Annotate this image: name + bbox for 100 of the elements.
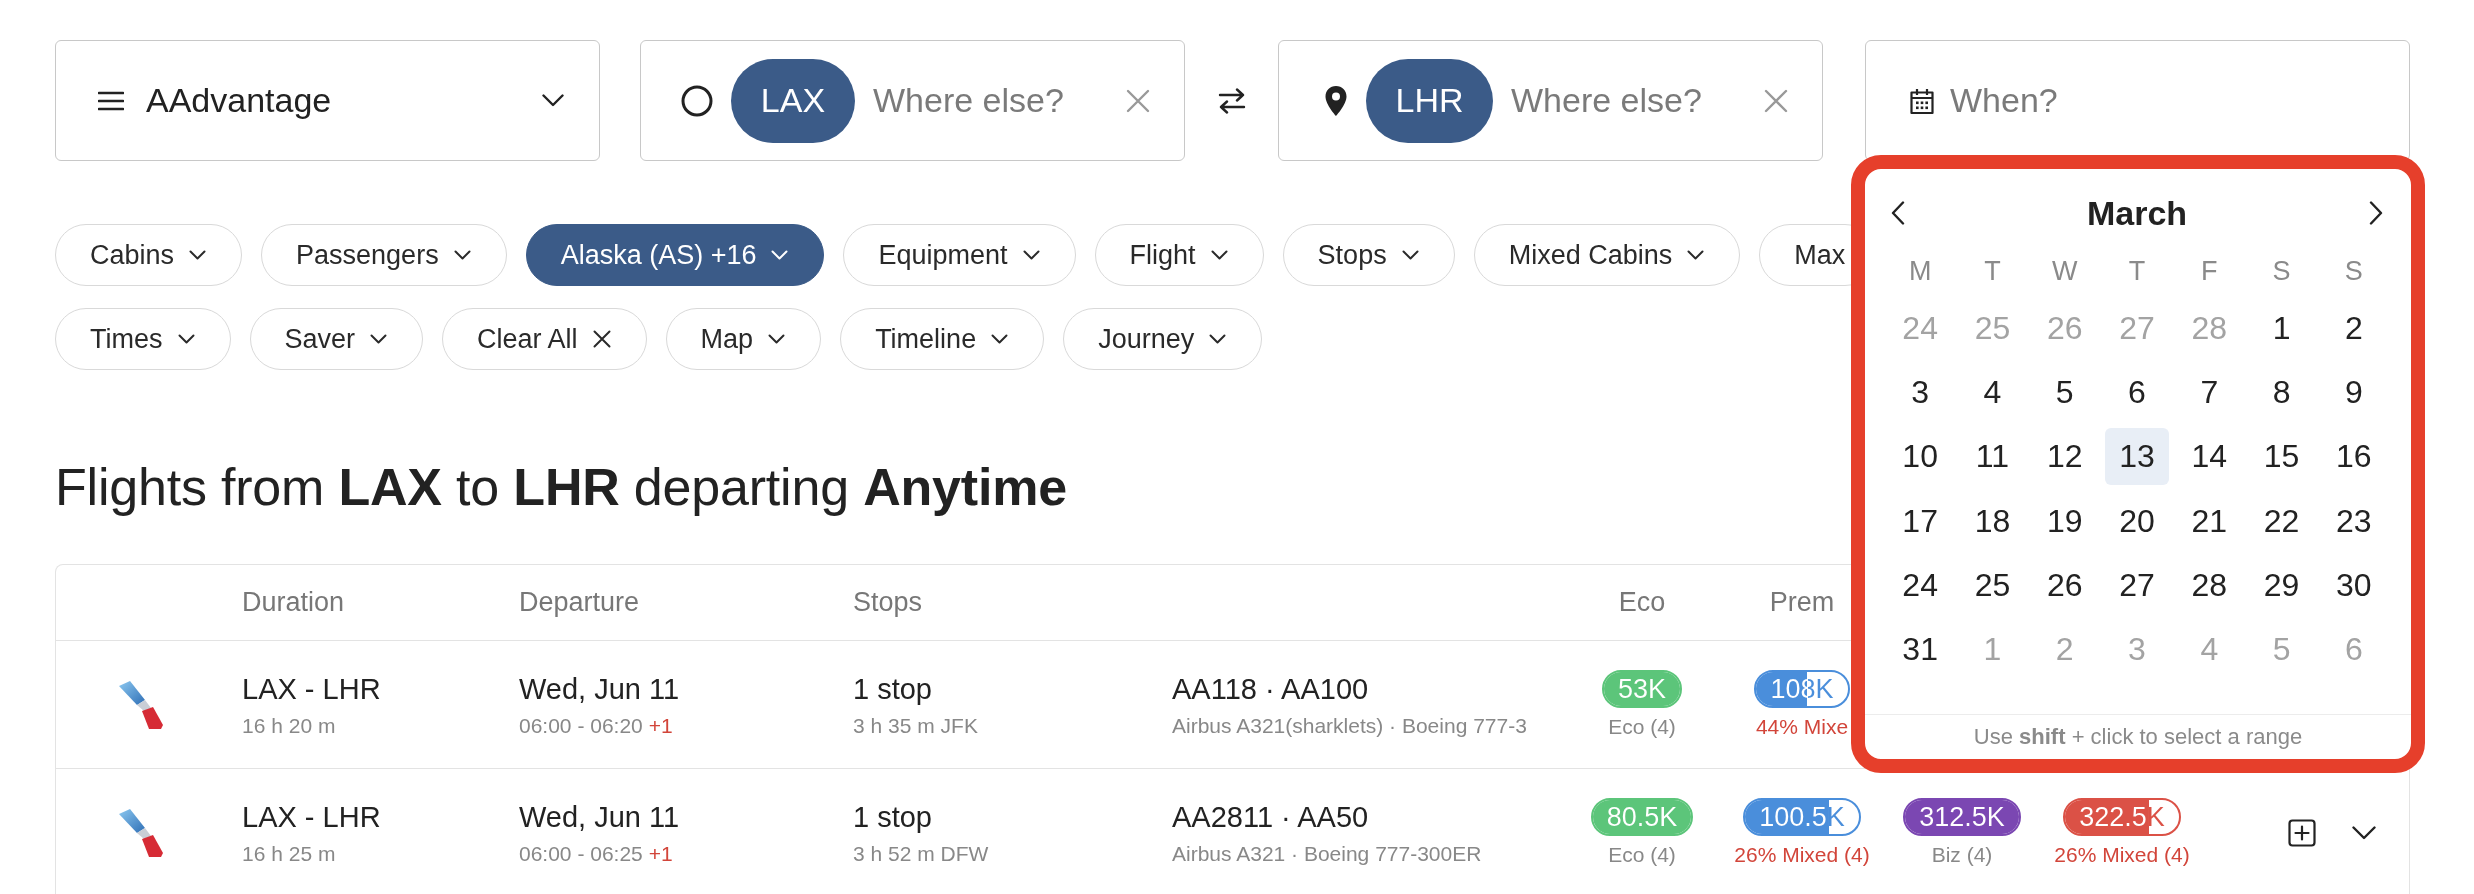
program-select[interactable]: AAdvantage <box>55 40 600 161</box>
chevron-down-icon <box>177 334 195 344</box>
airline-logo-icon <box>118 807 164 858</box>
calendar-day[interactable]: 10 <box>1888 428 1953 486</box>
weekday-label: M <box>1908 255 1932 287</box>
chevron-left-icon[interactable] <box>1891 201 1905 225</box>
column-header: Departure <box>519 587 641 618</box>
calendar-day[interactable]: 14 <box>2177 428 2242 486</box>
calendar-day[interactable]: 26 <box>2032 556 2097 614</box>
location-pin-icon <box>1324 84 1348 117</box>
filter-chip[interactable]: Times <box>55 308 231 370</box>
calendar-day[interactable]: 25 <box>1960 556 2025 614</box>
calendar-day[interactable]: 8 <box>2249 363 2314 421</box>
date-field[interactable]: When? <box>1865 40 2410 161</box>
calendar-day[interactable]: 30 <box>2321 556 2386 614</box>
filter-chip[interactable]: Cabins <box>55 224 243 286</box>
calendar-day[interactable]: 1 <box>2249 299 2314 357</box>
filter-chip[interactable]: Stops <box>1282 224 1455 286</box>
calendar-day[interactable]: 17 <box>1888 492 1953 550</box>
chevron-down-icon <box>768 334 786 344</box>
departure-time: 06:00 - 06:25 <box>519 840 643 867</box>
airport-search-input[interactable]: Where else? <box>873 81 1108 120</box>
weekday-label: S <box>2272 255 2291 287</box>
day-offset: +1 <box>648 840 673 867</box>
calendar-day[interactable]: 4 <box>1960 363 2025 421</box>
calendar-day[interactable]: 24 <box>1888 556 1953 614</box>
calendar-day[interactable]: 7 <box>2177 363 2242 421</box>
chevron-down-icon <box>542 94 564 107</box>
filter-chip[interactable]: Mixed Cabins <box>1473 224 1741 286</box>
duration-text: 16 h 20 m <box>242 712 336 739</box>
departure-time: 06:00 - 06:20 <box>519 712 643 739</box>
destination-field[interactable]: LHR Where else? <box>1278 40 1823 161</box>
weekday-label: F <box>2201 255 2218 287</box>
filter-chip[interactable]: Alaska (AS) +16 <box>525 224 825 286</box>
calendar-day[interactable]: 12 <box>2032 428 2097 486</box>
filter-chip[interactable]: Timeline <box>840 308 1045 370</box>
departure-date: Wed, Jun 11 <box>519 671 680 707</box>
close-icon <box>592 330 611 348</box>
airport-chip[interactable]: LHR <box>1366 58 1493 143</box>
filter-chip[interactable]: Clear All <box>442 308 647 370</box>
cabin-note: Biz (4) <box>1931 841 1993 868</box>
stops-count: 1 stop <box>853 799 932 835</box>
cabin-note: Eco (4) <box>1608 713 1676 740</box>
chevron-down-icon <box>1209 334 1227 344</box>
calendar-day[interactable]: 6 <box>2105 363 2169 421</box>
calendar-day[interactable]: 15 <box>2249 428 2314 486</box>
departure-date: Wed, Jun 11 <box>519 799 680 835</box>
chevron-right-icon[interactable] <box>2369 201 2383 225</box>
calendar-day[interactable]: 23 <box>2321 492 2386 550</box>
close-icon[interactable] <box>1126 88 1150 113</box>
chevron-down-icon <box>991 334 1009 344</box>
airport-chip[interactable]: LAX <box>731 58 855 143</box>
chevron-down-icon <box>771 250 789 260</box>
filter-chip[interactable]: Journey <box>1063 308 1263 370</box>
chevron-down-icon <box>1210 250 1228 260</box>
calendar-day[interactable]: 5 <box>2032 363 2097 421</box>
day-offset: +1 <box>648 712 673 739</box>
calendar-day[interactable]: 11 <box>1960 428 2025 486</box>
calendar-day[interactable]: 21 <box>2177 492 2242 550</box>
flight-numbers: AA118 · AA100 <box>1172 671 1369 707</box>
calendar-day[interactable]: 28 <box>2177 556 2242 614</box>
cabin-note: 44% Mixe <box>1755 713 1849 740</box>
calendar-icon <box>1908 86 1936 115</box>
weekday-label: W <box>2051 255 2078 287</box>
calendar-day[interactable]: 27 <box>2105 556 2169 614</box>
date-input[interactable]: When? <box>1950 81 2379 120</box>
close-icon[interactable] <box>1764 88 1788 113</box>
filter-chip[interactable]: Map <box>665 308 822 370</box>
calendar-day[interactable]: 31 <box>1888 621 1953 679</box>
calendar-day[interactable]: 13 <box>2105 428 2169 486</box>
range-hint: Use shift + click to select a range <box>1973 724 2303 750</box>
month-title: March <box>2086 193 2188 233</box>
calendar-day[interactable]: 3 <box>1888 363 1953 421</box>
swap-icon[interactable] <box>1217 87 1246 114</box>
calendar-day[interactable]: 22 <box>2249 492 2314 550</box>
calendar-day[interactable]: 29 <box>2249 556 2314 614</box>
aircraft-text: Airbus A321(sharklets) · Boeing 777-3 <box>1172 712 1527 739</box>
cabin-note: Eco (4) <box>1608 841 1676 868</box>
layover-text: 3 h 52 m DFW <box>853 840 989 867</box>
chevron-down-icon[interactable] <box>2352 825 2376 840</box>
results-heading: Flights from LAX to LHR departing Anytime <box>55 458 1067 516</box>
filter-chip[interactable]: Passengers <box>261 224 507 286</box>
calendar-day[interactable]: 16 <box>2321 428 2386 486</box>
filter-chip[interactable]: Flight <box>1094 224 1264 286</box>
origin-field[interactable]: LAX Where else? <box>640 40 1185 161</box>
calendar-day[interactable]: 2 <box>2321 299 2386 357</box>
route-text: LAX - LHR <box>242 671 381 707</box>
column-header: Stops <box>853 587 924 618</box>
chevron-down-icon <box>1687 250 1705 260</box>
airport-search-input[interactable]: Where else? <box>1511 81 1746 120</box>
cabin-note: 26% Mixed (4) <box>2054 841 2190 868</box>
calendar-day[interactable]: 19 <box>2032 492 2097 550</box>
award-price-badge[interactable]: 312.5K <box>1903 797 2021 836</box>
calendar-day[interactable]: 18 <box>1960 492 2025 550</box>
calendar-day[interactable]: 9 <box>2321 363 2386 421</box>
calendar-day[interactable]: 20 <box>2105 492 2169 550</box>
plus-square-icon[interactable] <box>2288 818 2316 847</box>
filter-chip[interactable]: Saver <box>249 308 424 370</box>
circle-icon <box>681 84 713 117</box>
filter-chip[interactable]: Equipment <box>843 224 1076 286</box>
